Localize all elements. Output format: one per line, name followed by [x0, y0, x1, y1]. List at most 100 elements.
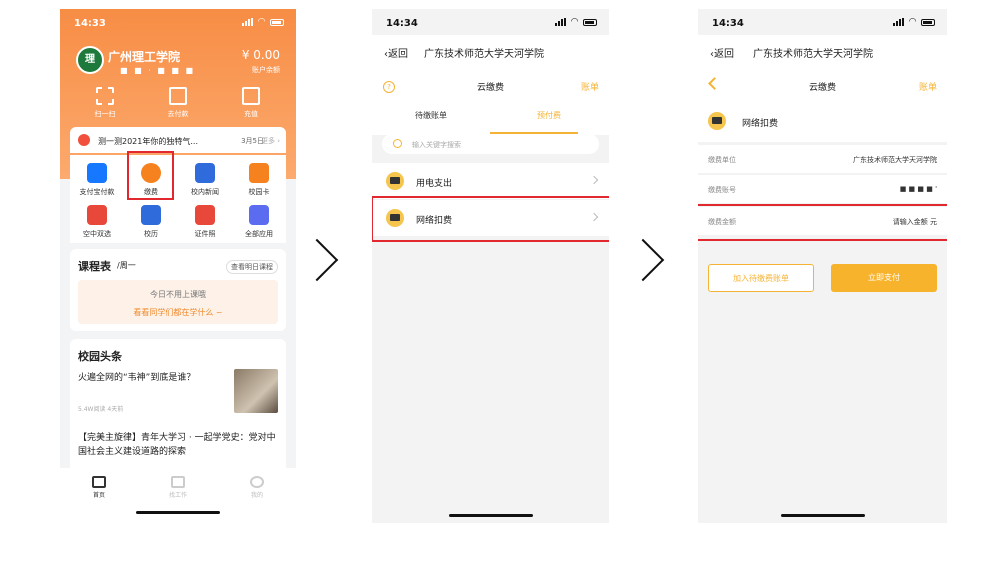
highlight-network-fee: [372, 196, 609, 242]
signal-icon: [242, 18, 254, 26]
notice-more-link[interactable]: 更多 ›: [261, 136, 280, 146]
highlight-payment: [127, 151, 174, 200]
bill-link[interactable]: 账单: [581, 80, 599, 93]
pay-now-button[interactable]: 立即支付: [831, 264, 937, 292]
recharge-icon: [242, 87, 260, 105]
step-arrow-icon: [295, 238, 339, 282]
tab-prepaid[interactable]: 预付费: [490, 110, 608, 121]
account-field: 缴费账号 ■ ■ ■ ■ ': [698, 175, 947, 203]
network-icon: [708, 112, 726, 130]
megaphone-icon: [78, 134, 90, 146]
news-headline[interactable]: 【完美主旋律】青年大学习 · 一起学党史：党对中国社会主义建设道路的探索: [78, 431, 278, 459]
recharge-button[interactable]: 充值: [226, 87, 276, 119]
status-time: 14:34: [386, 18, 418, 29]
signal-icon: [555, 18, 567, 26]
sub-nav: 云缴费 账单: [698, 71, 947, 101]
search-icon: [393, 139, 402, 148]
news-meta: 5.4W阅读 4天前: [78, 406, 124, 413]
payee-field: 缴费单位 广东技术师范大学天河学院: [698, 145, 947, 173]
phone-home-screen: 14:33 ◠ 理 广州理工学院 ■ ■ · ■ ■ ■ ¥ 0.00 账户余额…: [60, 9, 296, 520]
signal-icon: [893, 18, 905, 26]
service-campus-card[interactable]: 校园卡: [232, 163, 286, 197]
search-placeholder: 输入关键字搜索: [412, 141, 461, 149]
course-title: 课程表: [78, 260, 111, 273]
service-all-apps[interactable]: 全部应用: [232, 205, 286, 239]
list-item[interactable]: 用电支出: [372, 163, 609, 199]
phone-cloud-payment-list: 14:34 ◠ ‹返回 广东技术师范大学天河学院 ? 云缴费 账单 待缴账单 预…: [372, 9, 609, 523]
balance-value[interactable]: ¥ 0.00: [242, 48, 280, 62]
news-headline[interactable]: 火遍全网的“韦神”到底是谁？: [78, 370, 195, 383]
handshake-icon: [87, 205, 107, 225]
status-time: 14:33: [74, 18, 106, 29]
wifi-icon: ◠: [258, 17, 265, 27]
back-button[interactable]: ‹返回: [710, 45, 734, 60]
balance-label: 账户余额: [252, 66, 280, 74]
page-title: 云缴费: [808, 83, 836, 93]
page-title: 云缴费: [476, 83, 504, 93]
wifi-icon: ◠: [571, 17, 578, 27]
classmates-link[interactable]: 看看同学们都在学什么 ~: [78, 307, 278, 318]
notice-text: 测一测2021年你的独特气...: [98, 137, 198, 146]
sub-nav: ? 云缴费 账单: [372, 71, 609, 101]
status-bar: 14:34 ◠: [372, 9, 609, 35]
service-job-fair[interactable]: 空中双选: [70, 205, 124, 239]
notice-bar[interactable]: 测一测2021年你的独特气... 3月5日 更多 ›: [70, 127, 286, 153]
scan-icon: [96, 87, 114, 105]
campus-card-icon: [249, 163, 269, 183]
masked-account: ■ ■ · ■ ■ ■: [120, 66, 196, 75]
home-indicator: [448, 514, 533, 517]
alipay-icon: [87, 163, 107, 183]
tab-profile[interactable]: 我的: [232, 476, 282, 499]
status-bar: 14:33 ◠: [60, 9, 296, 35]
no-class-text: 今日不用上课哦: [150, 290, 206, 299]
course-card: 课程表 /周一 查看明日课程 今日不用上课哦 看看同学们都在学什么 ~: [70, 249, 286, 331]
school-name[interactable]: 广州理工学院: [108, 48, 180, 65]
back-button[interactable]: ‹返回: [384, 45, 408, 60]
pay-code-button[interactable]: 去付款: [153, 87, 203, 119]
highlight-amount: [698, 204, 947, 241]
battery-icon: [270, 18, 284, 26]
news-card: 校园头条 火遍全网的“韦神”到底是谁？ 5.4W阅读 4天前 【完美主旋律】青年…: [70, 339, 286, 469]
service-grid: 支付宝付款 缴费 校内新闻 校园卡 空中双选 校历 证件照 全部应用: [70, 155, 286, 243]
bill-link[interactable]: 账单: [919, 80, 937, 93]
school-title: 广东技术师范大学天河学院: [753, 49, 873, 60]
all-apps-icon: [249, 205, 269, 225]
add-to-pending-button[interactable]: 加入待缴费账单: [708, 264, 814, 292]
tab-jobs[interactable]: 找工作: [153, 476, 203, 499]
status-time: 14:34: [712, 18, 744, 29]
status-bar: 14:34 ◠: [698, 9, 947, 35]
service-calendar[interactable]: 校历: [124, 205, 178, 239]
tab-pending-bills[interactable]: 待缴账单: [372, 110, 490, 121]
calendar-icon: [141, 205, 161, 225]
news-title: 校园头条: [78, 350, 122, 363]
school-title: 广东技术师范大学天河学院: [424, 49, 544, 60]
home-indicator: [136, 511, 220, 514]
step-arrow-icon: [621, 238, 665, 282]
selected-item: 网络扣费: [698, 100, 947, 142]
news-thumbnail[interactable]: [234, 369, 278, 413]
top-nav: ‹返回 广东技术师范大学天河学院: [698, 35, 947, 71]
tab-home[interactable]: 首页: [74, 476, 124, 499]
news-icon: [195, 163, 215, 183]
chevron-right-icon: [589, 175, 599, 185]
home-icon: [92, 476, 106, 488]
home-indicator: [780, 514, 865, 517]
search-input[interactable]: 输入关键字搜索: [382, 134, 599, 154]
qr-code-icon: [169, 87, 187, 105]
profile-icon: [250, 476, 264, 488]
job-icon: [171, 476, 185, 488]
phone-network-fee-form: 14:34 ◠ ‹返回 广东技术师范大学天河学院 云缴费 账单 网络扣费 缴费单…: [698, 9, 947, 523]
battery-icon: [921, 18, 935, 26]
tomorrow-course-button[interactable]: 查看明日课程: [226, 260, 278, 274]
battery-icon: [583, 18, 597, 26]
item-name: 网络扣费: [742, 119, 779, 129]
service-id-photo[interactable]: 证件照: [178, 205, 232, 239]
wifi-icon: ◠: [909, 17, 916, 27]
electricity-icon: [386, 172, 404, 190]
service-alipay[interactable]: 支付宝付款: [70, 163, 124, 197]
top-nav: ‹返回 广东技术师范大学天河学院: [372, 35, 609, 71]
school-logo: 理: [76, 46, 104, 74]
service-news[interactable]: 校内新闻: [178, 163, 232, 197]
course-day: /周一: [117, 261, 136, 270]
scan-button[interactable]: 扫一扫: [80, 87, 130, 119]
